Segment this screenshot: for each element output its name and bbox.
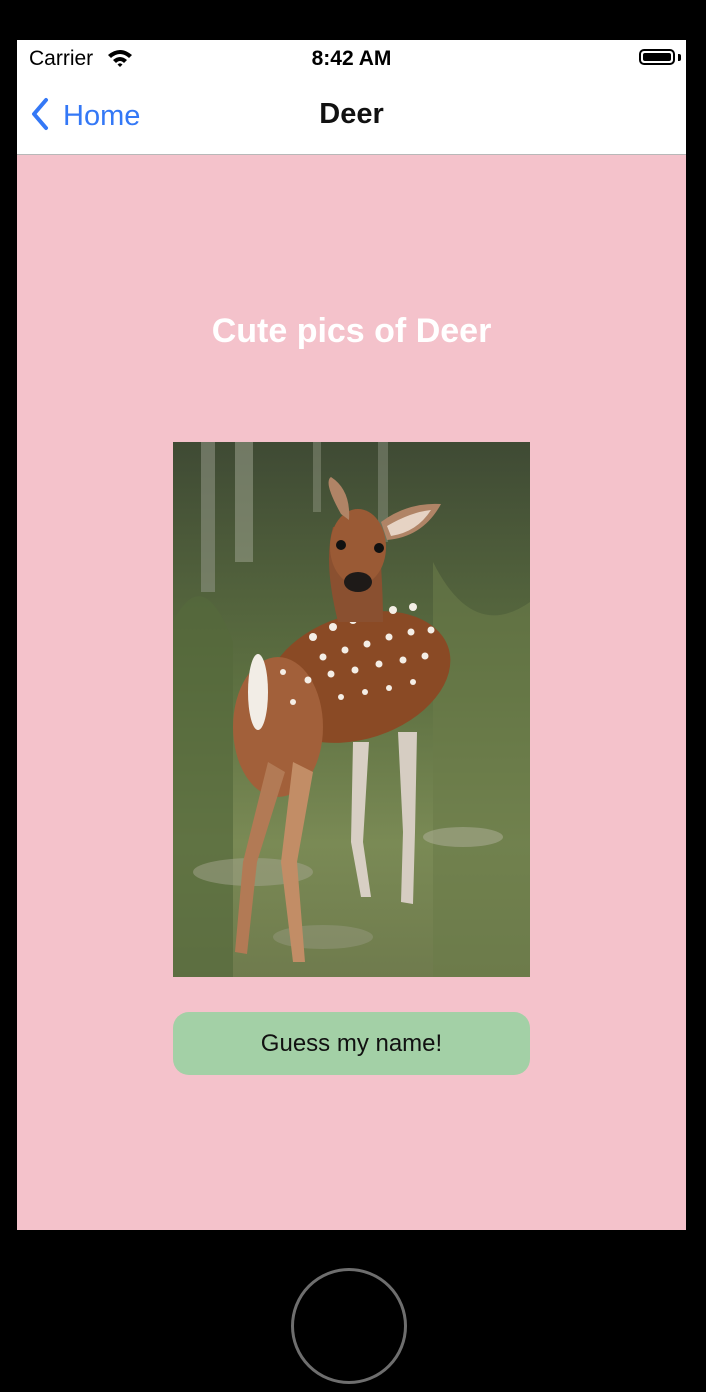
page-heading: Cute pics of Deer <box>211 312 492 350</box>
battery-full-icon <box>639 49 675 65</box>
app-screen: Carrier 8:42 AM Home Deer Cute pics of D… <box>17 40 686 1230</box>
nav-title: Deer <box>319 98 384 130</box>
navigation-bar: Home Deer <box>17 78 686 155</box>
home-button[interactable] <box>291 1268 407 1384</box>
guess-name-button[interactable]: Guess my name! <box>173 1012 530 1075</box>
battery-tip <box>678 54 681 61</box>
status-bar: Carrier 8:42 AM <box>17 40 686 78</box>
fawn-photo <box>173 442 530 977</box>
battery-level-fill <box>643 53 671 61</box>
status-time: 8:42 AM <box>311 47 392 70</box>
